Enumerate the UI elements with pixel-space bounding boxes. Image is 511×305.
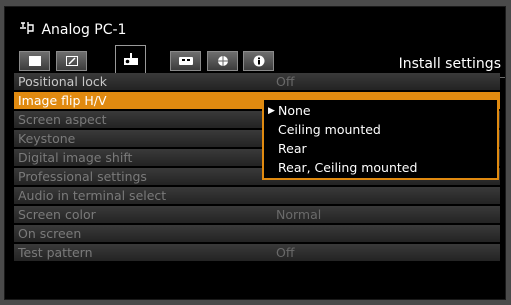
menu-item-label: Screen color [18, 207, 96, 222]
image-adjust-icon [28, 56, 41, 66]
tab-network-settings[interactable] [207, 51, 238, 71]
menu-item-value: Off [276, 245, 295, 260]
menu-item-audio-in-terminal-select[interactable]: Audio in terminal select [14, 187, 500, 204]
menu-item-label: Test pattern [18, 245, 93, 260]
projector-install-icon [123, 52, 138, 65]
section-title: Install settings [398, 56, 501, 72]
menu-item-label: Keystone [18, 131, 76, 146]
menu-item-test-pattern[interactable]: Test pattern Off [14, 244, 500, 261]
info-icon [253, 55, 264, 67]
tab-image-settings[interactable] [56, 51, 87, 71]
tab-information[interactable] [243, 51, 274, 71]
analog-input-icon [19, 20, 37, 42]
menu-item-value: Off [276, 74, 295, 89]
menu-item-label: Professional settings [18, 169, 147, 184]
remote-control-icon [178, 57, 193, 65]
image-flip-dropdown: ▶ None Ceiling mounted Rear Rear, Ceilin… [262, 98, 499, 180]
tab-system-settings[interactable] [170, 51, 201, 71]
tab-image-adjust[interactable] [19, 51, 50, 71]
input-source-title: Analog PC-1 [41, 22, 127, 38]
dropdown-option-none[interactable]: ▶ None [266, 102, 311, 120]
menu-item-label: Screen aspect [18, 112, 107, 127]
menu-item-positional-lock[interactable]: Positional lock Off [14, 73, 500, 90]
dropdown-option-ceiling-mounted[interactable]: Ceiling mounted [266, 121, 381, 139]
input-source: Analog PC-1 [19, 20, 126, 40]
dropdown-option-rear[interactable]: Rear [266, 140, 307, 158]
menu-item-label: Image flip H/V [18, 93, 107, 108]
menu-item-label: Digital image shift [18, 150, 133, 165]
dropdown-option-label: Rear [278, 141, 307, 156]
dropdown-option-label: Rear, Ceiling mounted [278, 160, 418, 175]
network-icon [217, 56, 228, 66]
dropdown-option-label: Ceiling mounted [278, 122, 381, 137]
menu-item-screen-color[interactable]: Screen color Normal [14, 206, 500, 223]
dropdown-option-label: None [278, 103, 311, 118]
menu-tab-bar: Install settings [19, 45, 505, 75]
tab-install-settings[interactable] [115, 45, 146, 73]
menu-item-label: Positional lock [18, 74, 108, 89]
menu-item-value: Normal [276, 207, 322, 222]
menu-item-label: On screen [18, 226, 82, 241]
selection-arrow-icon: ▶ [268, 106, 275, 116]
menu-item-label: Audio in terminal select [18, 188, 167, 203]
menu-item-on-screen[interactable]: On screen [14, 225, 500, 242]
edit-icon [65, 56, 78, 66]
dropdown-option-rear-ceiling-mounted[interactable]: Rear, Ceiling mounted [266, 159, 417, 177]
screenshot-frame: Analog PC-1 Install settings Positional … [0, 0, 511, 305]
